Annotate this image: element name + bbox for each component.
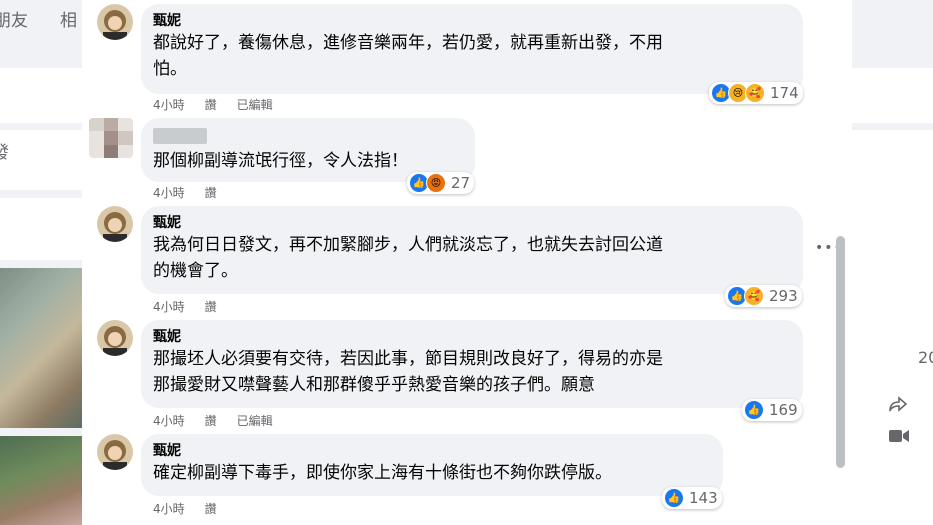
background-card: 發 <box>0 130 82 190</box>
comment-bubble: 甄妮 那撮坯人必須要有交待，若因此事，節目規則改良好了，得易的亦是 那撮愛財又噤… <box>141 320 803 408</box>
reaction-count: 293 <box>769 287 798 305</box>
comment-meta: 4小時 讚 <box>153 184 237 201</box>
comment-author[interactable]: 甄妮 <box>153 12 791 30</box>
reactions-summary[interactable]: 👍 😢 🥰 174 <box>709 82 803 104</box>
comment-author[interactable]: 甄妮 <box>153 328 791 346</box>
comment-meta: 4小時 讚 <box>153 500 237 517</box>
angry-icon: 😡 <box>426 173 446 193</box>
comment-text-line: 那個柳副導流氓行徑，令人法指！ <box>153 151 408 171</box>
avatar[interactable] <box>97 320 133 356</box>
reactions-summary[interactable]: 👍 169 <box>742 399 802 421</box>
comment-text-line: 確定柳副導下毒手，即使你家上海有十條街也不夠你跌停版。 <box>153 463 612 483</box>
background-text: 發 <box>0 143 9 163</box>
care-icon: 🥰 <box>745 83 765 103</box>
comment-text-line: 的機會了。 <box>153 261 238 281</box>
reaction-count: 174 <box>770 84 799 102</box>
video-icon[interactable] <box>888 428 910 444</box>
comment-text-line: 都說好了，養傷休息，進修音樂兩年，若仍愛，就再重新出發，不用 <box>153 33 663 53</box>
edited-label[interactable]: 已編輯 <box>237 414 273 428</box>
comment-bubble: 甄妮 都說好了，養傷休息，進修音樂兩年，若仍愛，就再重新出發，不用 怕。 <box>141 4 803 94</box>
avatar[interactable] <box>97 434 133 470</box>
comment-timestamp[interactable]: 4小時 <box>153 300 185 314</box>
comment-meta: 4小時 讚 已編輯 <box>153 96 293 113</box>
comment-timestamp[interactable]: 4小時 <box>153 414 185 428</box>
background-card <box>0 198 82 260</box>
background-left-column: 朋友 相 發 <box>0 0 82 525</box>
reaction-count: 143 <box>689 489 718 507</box>
comment-text-line: 那撮坯人必須要有交待，若因此事，節目規則改良好了，得易的亦是 <box>153 349 663 369</box>
comment-text-line: 我為何日日發文，再不加緊腳步，人們就淡忘了，也就失去討回公道 <box>153 235 663 255</box>
background-right-column: 20 <box>852 0 933 525</box>
comment-author[interactable]: 甄妮 <box>153 214 791 232</box>
comment-meta: 4小時 讚 <box>153 298 237 315</box>
comment-text-line: 怕。 <box>153 59 187 79</box>
comment-timestamp[interactable]: 4小時 <box>153 186 185 200</box>
avatar[interactable] <box>97 4 133 40</box>
comment-meta: 4小時 讚 已編輯 <box>153 412 293 429</box>
avatar[interactable] <box>89 118 133 158</box>
like-link[interactable]: 讚 <box>205 414 217 428</box>
reaction-count: 27 <box>451 174 471 192</box>
care-icon: 🥰 <box>744 286 764 306</box>
comment-text-line: 那撮愛財又噤聲藝人和那群傻乎乎熱愛音樂的孩子們。願意 <box>153 375 595 395</box>
comment-author[interactable]: 甄妮 <box>153 442 711 460</box>
like-link[interactable]: 讚 <box>205 502 217 516</box>
nav-photos-label[interactable]: 相 <box>60 6 77 31</box>
comment-timestamp[interactable]: 4小時 <box>153 502 185 516</box>
like-link[interactable]: 讚 <box>205 98 217 112</box>
reactions-summary[interactable]: 👍 143 <box>662 487 722 509</box>
comment-timestamp[interactable]: 4小時 <box>153 98 185 112</box>
background-card <box>0 68 82 123</box>
avatar[interactable] <box>97 206 133 242</box>
background-photo <box>0 268 82 428</box>
comment-bubble: 甄妮 我為何日日發文，再不加緊腳步，人們就淡忘了，也就失去討回公道 的機會了。 <box>141 206 803 294</box>
like-link[interactable]: 讚 <box>205 186 217 200</box>
reactions-summary[interactable]: 👍 🥰 293 <box>725 285 802 307</box>
edited-label[interactable]: 已編輯 <box>237 98 273 112</box>
background-photo <box>0 436 82 525</box>
comment-bubble: 甄妮 確定柳副導下毒手，即使你家上海有十條街也不夠你跌停版。 <box>141 434 723 496</box>
like-link[interactable]: 讚 <box>205 300 217 314</box>
blurred-author-name[interactable] <box>153 128 207 144</box>
like-icon: 👍 <box>664 488 684 508</box>
like-icon: 👍 <box>744 400 764 420</box>
scrollbar-thumb[interactable] <box>836 236 845 468</box>
reaction-count: 169 <box>769 401 798 419</box>
reactions-summary[interactable]: 👍 😡 27 <box>407 172 475 194</box>
nav-friends-label[interactable]: 朋友 <box>0 6 28 31</box>
background-card <box>852 68 933 123</box>
background-card: 20 <box>852 130 933 525</box>
share-icon[interactable] <box>888 394 908 414</box>
background-count: 20 <box>918 348 933 367</box>
